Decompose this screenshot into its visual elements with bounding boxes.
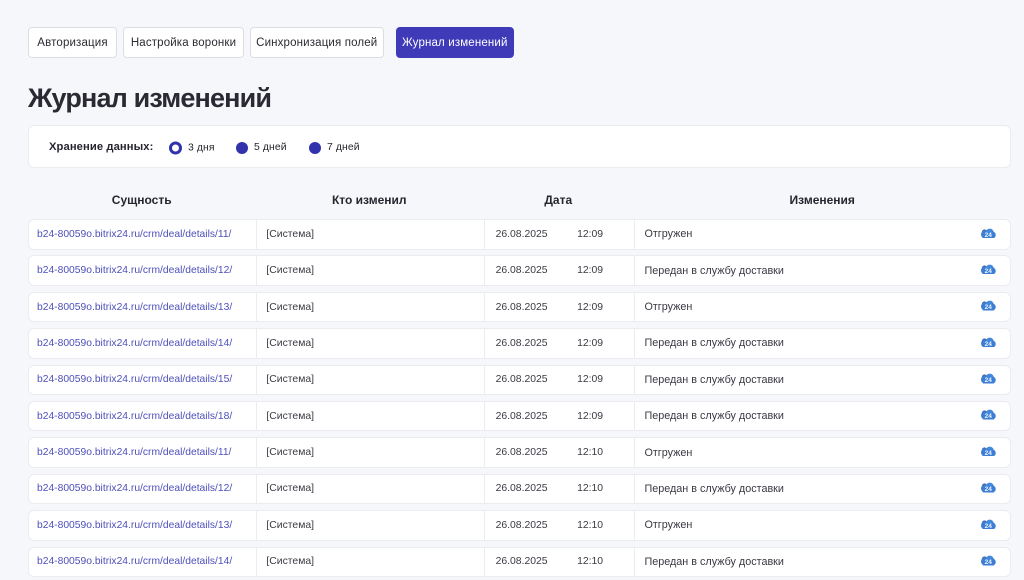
svg-text:24: 24 xyxy=(985,340,993,347)
svg-text:24: 24 xyxy=(985,304,993,311)
svg-text:24: 24 xyxy=(985,559,993,566)
svg-text:24: 24 xyxy=(985,486,993,493)
svg-text:24: 24 xyxy=(985,377,993,384)
svg-text:24: 24 xyxy=(985,450,993,457)
svg-text:24: 24 xyxy=(985,231,993,238)
svg-text:24: 24 xyxy=(985,268,993,275)
svg-text:24: 24 xyxy=(985,413,993,420)
svg-text:24: 24 xyxy=(985,522,993,529)
